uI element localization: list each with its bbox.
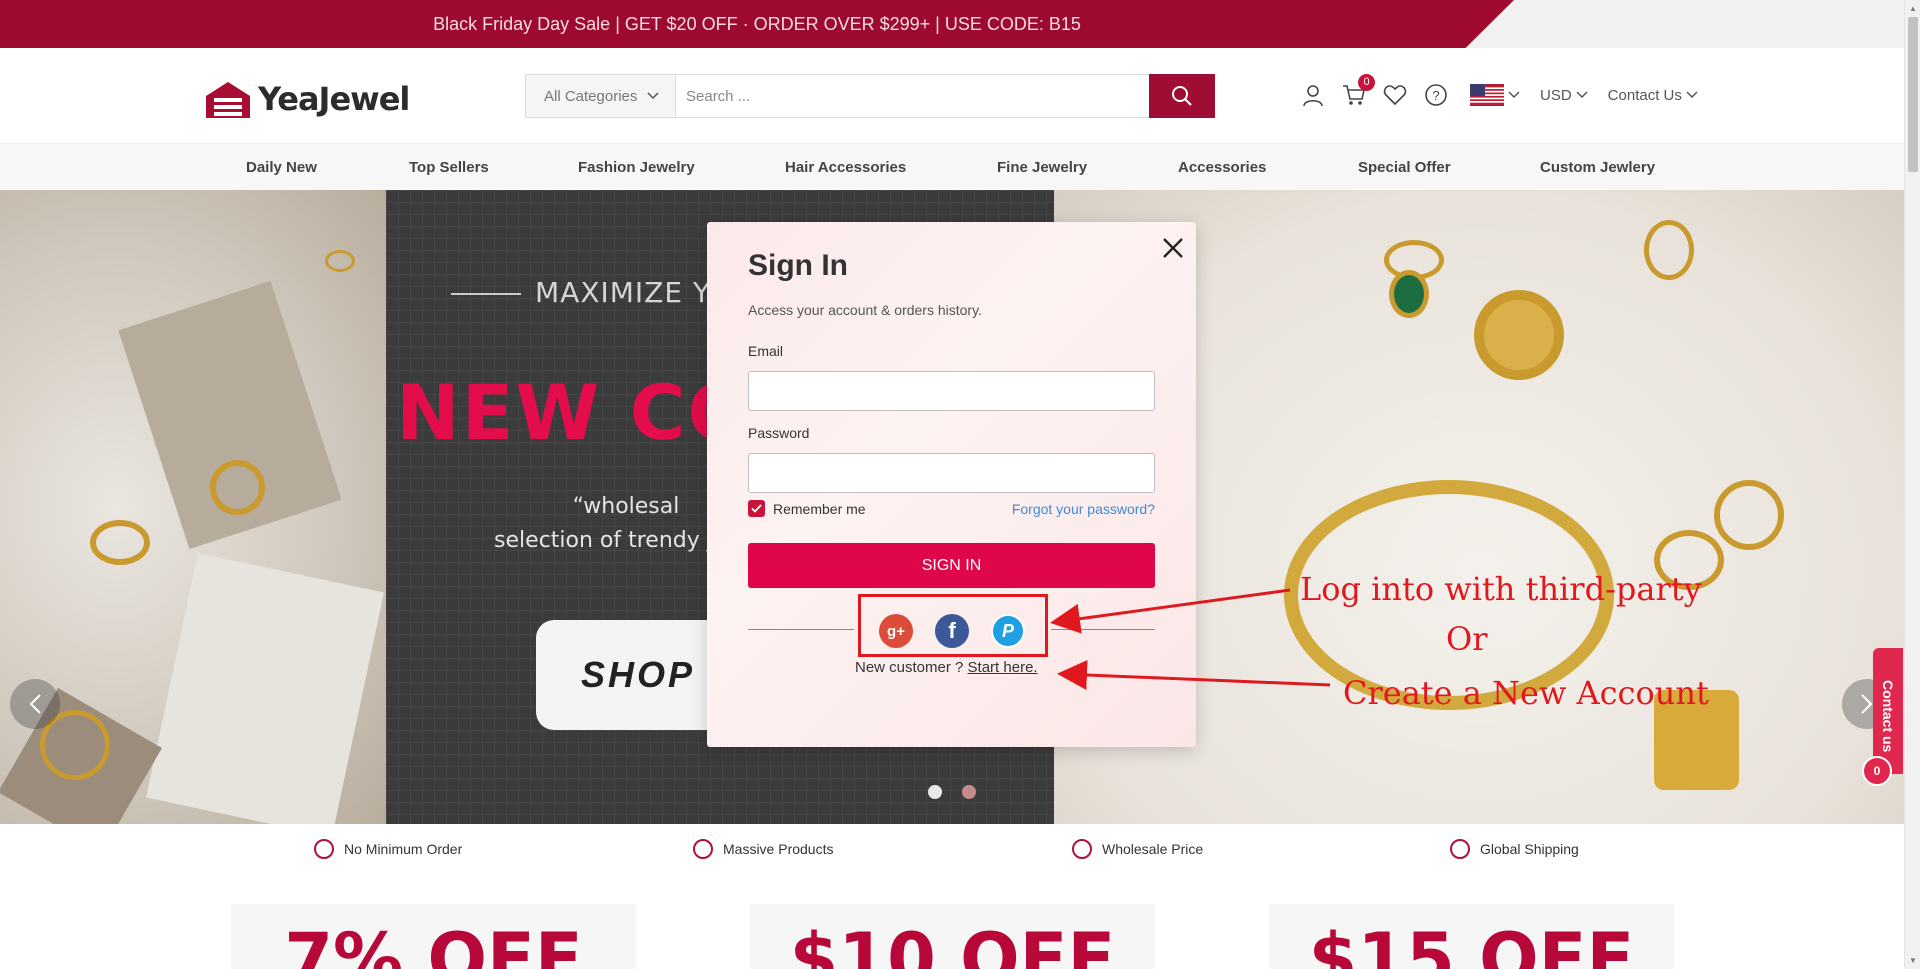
search-bar: All Categories bbox=[525, 74, 1215, 118]
contact-us-label: Contact Us bbox=[1607, 86, 1682, 104]
nav-item-custom-jewlery[interactable]: Custom Jewlery bbox=[1540, 144, 1655, 191]
contact-us-menu[interactable]: Contact Us bbox=[1608, 87, 1698, 104]
promo-text[interactable]: Black Friday Day Sale | GET $20 OFF · OR… bbox=[0, 0, 1514, 48]
chevron-down-icon bbox=[647, 92, 659, 100]
checkmark-icon bbox=[751, 504, 762, 513]
category-select-value: All Categories bbox=[544, 87, 638, 105]
page-scrollbar[interactable]: ▲ ▼ bbox=[1904, 0, 1920, 969]
country-select[interactable] bbox=[1466, 84, 1520, 106]
feature-global-shipping: Global Shipping bbox=[1450, 824, 1579, 874]
chevron-left-icon bbox=[29, 694, 41, 714]
feature-label: Massive Products bbox=[723, 841, 834, 857]
banner-subtitle: MAXIMIZE Y bbox=[451, 276, 711, 309]
start-here-link[interactable]: Start here. bbox=[968, 659, 1038, 676]
scroll-thumb[interactable] bbox=[1908, 17, 1918, 172]
annotation-line3: Create a New Account bbox=[1343, 674, 1709, 712]
new-customer-row: New customer ? Start here. bbox=[855, 659, 1038, 676]
feature-label: Wholesale Price bbox=[1102, 841, 1204, 857]
wishlist-heart-icon[interactable] bbox=[1382, 82, 1408, 108]
modal-subtitle: Access your account & orders history. bbox=[748, 302, 982, 318]
slide-dot-1[interactable] bbox=[928, 785, 942, 799]
remember-me-label: Remember me bbox=[773, 500, 866, 517]
header-icons: 0 ? USD Contact Us bbox=[1300, 74, 1698, 108]
logo-text: YeaJewel bbox=[258, 80, 410, 118]
coupon-amount: $10 OFF bbox=[789, 918, 1116, 969]
svg-text:?: ? bbox=[1432, 88, 1439, 103]
feature-massive-products: Massive Products bbox=[693, 824, 833, 874]
scroll-up-arrow-icon[interactable]: ▲ bbox=[1905, 0, 1920, 17]
banner-title: NEW CO bbox=[396, 368, 755, 457]
coupon-section: 7% OFF $10 OFF $15 OFF bbox=[0, 874, 1904, 969]
modal-title: Sign In bbox=[748, 249, 848, 282]
chevron-down-icon bbox=[1508, 91, 1520, 99]
feature-label: No Minimum Order bbox=[344, 841, 463, 857]
new-customer-text: New customer ? bbox=[855, 659, 964, 676]
products-icon bbox=[693, 839, 713, 859]
banner-prev-button[interactable] bbox=[10, 679, 60, 729]
currency-select[interactable]: USD bbox=[1540, 87, 1588, 104]
slide-dot-2[interactable] bbox=[962, 785, 976, 799]
nav-item-top-sellers[interactable]: Top Sellers bbox=[409, 144, 489, 191]
sign-in-modal: Sign In Access your account & orders his… bbox=[707, 222, 1196, 747]
annotation-line1: Log into with third-party bbox=[1300, 570, 1702, 608]
site-logo[interactable]: YeaJewel bbox=[202, 78, 410, 120]
sign-in-button[interactable]: SIGN IN bbox=[748, 543, 1155, 588]
search-button[interactable] bbox=[1149, 74, 1215, 118]
nav-item-fashion-jewelry[interactable]: Fashion Jewelry bbox=[578, 144, 695, 191]
divider-right bbox=[1051, 629, 1155, 630]
coupon-amount: 7% OFF bbox=[284, 918, 583, 969]
site-header: YeaJewel All Categories 0 ? bbox=[0, 48, 1904, 143]
feature-wholesale-price: Wholesale Price bbox=[1072, 824, 1203, 874]
password-field[interactable] bbox=[748, 453, 1155, 493]
layers-icon bbox=[314, 839, 334, 859]
divider-left bbox=[748, 629, 854, 630]
banner-left-image bbox=[0, 190, 386, 824]
scroll-down-arrow-icon[interactable]: ▼ bbox=[1905, 952, 1920, 969]
chevron-right-icon bbox=[1861, 694, 1873, 714]
close-icon[interactable] bbox=[1159, 234, 1187, 262]
currency-value: USD bbox=[1540, 86, 1572, 104]
chevron-down-icon bbox=[1686, 91, 1698, 99]
annotation-line2: Or bbox=[1446, 620, 1488, 658]
remember-me-checkbox[interactable] bbox=[748, 500, 765, 517]
cart-icon[interactable]: 0 bbox=[1341, 74, 1375, 108]
feature-no-minimum: No Minimum Order bbox=[314, 824, 462, 874]
logo-house-icon bbox=[202, 78, 254, 120]
nav-item-accessories[interactable]: Accessories bbox=[1178, 144, 1266, 191]
cart-count-badge: 0 bbox=[1358, 74, 1375, 91]
nav-item-special-offer[interactable]: Special Offer bbox=[1358, 144, 1451, 191]
search-input[interactable] bbox=[676, 75, 1149, 117]
search-icon bbox=[1172, 86, 1192, 106]
email-label: Email bbox=[748, 343, 784, 359]
yen-icon bbox=[1072, 839, 1092, 859]
contact-count-badge[interactable]: 0 bbox=[1862, 756, 1892, 786]
promo-bar: Black Friday Day Sale | GET $20 OFF · OR… bbox=[0, 0, 1920, 48]
us-flag-icon bbox=[1470, 84, 1504, 106]
remember-me: Remember me bbox=[748, 500, 866, 517]
nav-item-hair-accessories[interactable]: Hair Accessories bbox=[785, 144, 906, 191]
coupon-card[interactable]: $10 OFF bbox=[750, 904, 1155, 969]
chevron-down-icon bbox=[1576, 91, 1588, 99]
feature-label: Global Shipping bbox=[1480, 841, 1579, 857]
password-label: Password bbox=[748, 425, 810, 441]
category-select[interactable]: All Categories bbox=[526, 75, 676, 117]
nav-item-daily-new[interactable]: Daily New bbox=[246, 144, 317, 191]
forgot-password-link[interactable]: Forgot your password? bbox=[1012, 501, 1155, 517]
email-field[interactable] bbox=[748, 371, 1155, 411]
account-icon[interactable] bbox=[1300, 82, 1326, 108]
main-nav: Daily New Top Sellers Fashion Jewelry Ha… bbox=[0, 143, 1904, 190]
plane-icon bbox=[1450, 839, 1470, 859]
nav-item-fine-jewelry[interactable]: Fine Jewelry bbox=[997, 144, 1087, 191]
coupon-card[interactable]: 7% OFF bbox=[231, 904, 636, 969]
coupon-card[interactable]: $15 OFF bbox=[1269, 904, 1674, 969]
annotation-highlight-box bbox=[858, 594, 1048, 657]
coupon-amount: $15 OFF bbox=[1308, 918, 1635, 969]
features-strip: No Minimum Order Massive Products Wholes… bbox=[0, 824, 1904, 874]
help-icon[interactable]: ? bbox=[1423, 82, 1449, 108]
